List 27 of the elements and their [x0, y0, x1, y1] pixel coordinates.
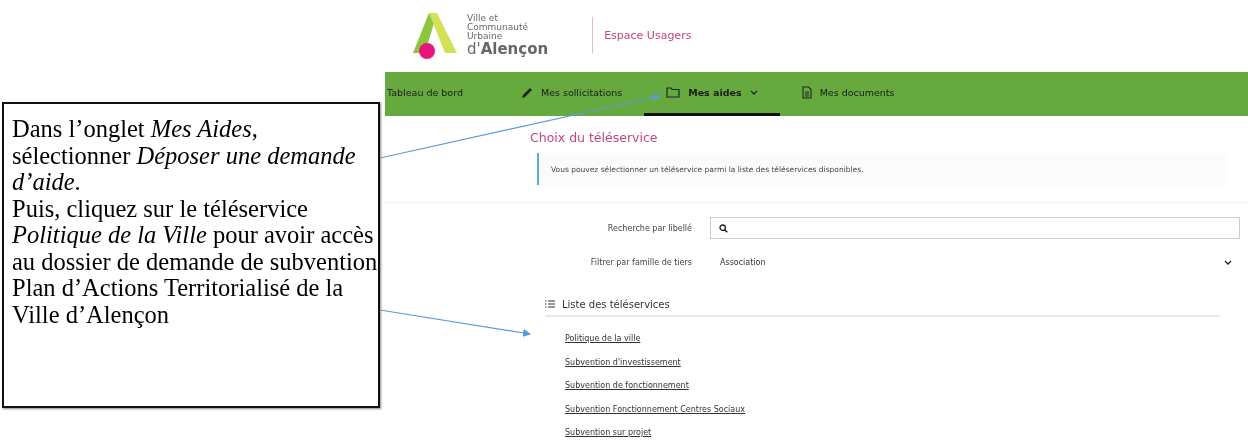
portal-title: Espace Usagers: [604, 28, 692, 42]
logo-icon: [411, 13, 459, 61]
teleservice-link[interactable]: Subvention Fonctionnement Centres Sociaux: [565, 402, 746, 417]
teleservice-link[interactable]: Subvention de fonctionnement: [565, 379, 689, 394]
search-icon: [719, 223, 728, 233]
field-label: Filtrer par famille de tiers: [589, 257, 692, 267]
nav-tab[interactable]: Mes documents: [779, 72, 917, 116]
nav-tab[interactable]: Tableau de bord: [385, 72, 499, 116]
list-title: Liste des téléservices: [562, 298, 670, 310]
list-icon: [545, 300, 555, 308]
teleservice-link[interactable]: Politique de la ville: [565, 332, 641, 347]
chevron-icon: [749, 90, 758, 95]
logo-text: Ville et Communauté Urbaine d'Alençon: [467, 13, 549, 57]
instruction-text: Puis, cliquez sur le téléservice Politique de la Ville pour avoir accès au dossier de demande de subvention Plan d’Actions Territorialisé de la Ville d’Alençon: [12, 195, 378, 328]
nav-tab[interactable]: Mes aides: [644, 72, 780, 116]
pencil-icon: [520, 86, 533, 99]
instruction-text: Dans l’onglet Mes Aides, sélectionner Déposer une demande d’aide.: [12, 116, 357, 196]
filter-dropdown[interactable]: Association: [710, 251, 1232, 273]
field-label: Recherche par libellé: [606, 223, 692, 233]
teleservice-link[interactable]: Subvention d'investissement: [565, 355, 681, 370]
search-field[interactable]: [710, 217, 1240, 239]
page-title: Choix du téléservice: [530, 130, 659, 145]
chevron-icon: [1224, 259, 1232, 265]
folder-icon: [666, 87, 681, 98]
document-icon: [801, 86, 812, 99]
nav-tab[interactable]: Mes sollicitations: [498, 72, 645, 116]
teleservice-link[interactable]: Subvention sur projet: [565, 426, 652, 441]
